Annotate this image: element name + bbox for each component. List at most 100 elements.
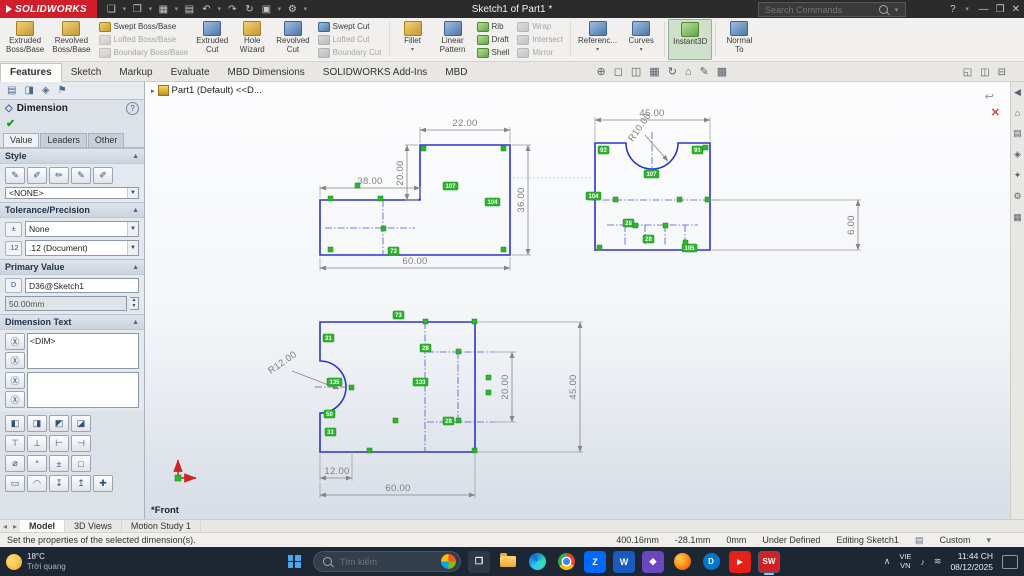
style-load-icon[interactable]: ✐ bbox=[93, 167, 113, 184]
relation-marker[interactable]: 28 bbox=[419, 343, 432, 353]
style-select-caret-icon[interactable]: ▼ bbox=[127, 188, 138, 198]
sketch-origin[interactable] bbox=[173, 459, 197, 483]
dimension-r12[interactable]: R12.00 bbox=[266, 349, 299, 377]
dimension-value-field[interactable]: 50.00mm bbox=[5, 296, 127, 311]
sketch-tools-icon[interactable]: ✎ bbox=[700, 67, 709, 78]
justify-left-icon[interactable]: ◧ bbox=[5, 415, 25, 432]
dimension-38[interactable]: 38.00 bbox=[357, 176, 382, 187]
primary-value-section-header[interactable]: Primary Value ▲ bbox=[0, 259, 144, 275]
dimension-36[interactable]: 36.00 bbox=[516, 187, 527, 212]
precision-caret-icon[interactable]: ▼ bbox=[127, 241, 138, 255]
dimension-20[interactable]: 20.00 bbox=[395, 160, 406, 185]
diameter-symbol-icon[interactable]: ⌀ bbox=[5, 455, 25, 472]
dimension-text-box[interactable]: <DIM> bbox=[27, 333, 139, 369]
select-caret-icon[interactable]: ▾ bbox=[275, 5, 284, 13]
display-style-icon[interactable]: ⌂ bbox=[685, 67, 692, 78]
draft-button[interactable]: Draft bbox=[476, 34, 510, 46]
view-palette-icon[interactable]: ✦ bbox=[1014, 170, 1022, 181]
word-button[interactable]: W bbox=[613, 550, 635, 573]
design-library-icon[interactable]: ▤ bbox=[1013, 128, 1022, 139]
feature-tree-tab-icon[interactable]: ▤ bbox=[7, 85, 16, 96]
hole-wizard-button[interactable]: Hole Wizard bbox=[232, 19, 272, 60]
help-icon[interactable]: ? bbox=[950, 4, 956, 15]
tolerance-section-header[interactable]: Tolerance/Precision ▲ bbox=[0, 202, 144, 218]
redo-icon[interactable]: ↷ bbox=[224, 1, 241, 17]
restore-icon[interactable]: ❐ bbox=[996, 4, 1005, 15]
collapse-ribbon-icon[interactable]: ⊟ bbox=[998, 67, 1006, 78]
style-section-header[interactable]: Style ▲ bbox=[0, 148, 144, 164]
radius-leader[interactable] bbox=[644, 134, 669, 162]
reference-geometry-button[interactable]: Referenc... ▾ bbox=[574, 19, 621, 60]
tab-sketch[interactable]: Sketch bbox=[62, 64, 111, 81]
relation-marker[interactable]: 91 bbox=[691, 145, 704, 155]
dimension-text-collapse-icon[interactable]: ▲ bbox=[132, 319, 139, 326]
primary-value-collapse-icon[interactable]: ▲ bbox=[132, 264, 139, 271]
weather-widget[interactable]: 18°C Trời quang bbox=[6, 552, 154, 571]
depth-symbol-icon[interactable]: ↧ bbox=[49, 475, 69, 492]
value-spinner[interactable]: ▲ ▼ bbox=[130, 297, 139, 310]
justify-right-icon[interactable]: ◩ bbox=[49, 415, 69, 432]
boundary-boss-button[interactable]: Boundary Boss/Base bbox=[98, 47, 188, 59]
configuration-tab-icon[interactable]: ◈ bbox=[42, 85, 50, 96]
tile-pane-icon[interactable]: ◫ bbox=[980, 67, 989, 78]
dimension-12[interactable]: 12.00 bbox=[324, 466, 349, 477]
add-parenthesis-icon[interactable]: Ⓧ bbox=[5, 352, 25, 369]
sketch-profile-notched-plate[interactable] bbox=[594, 142, 711, 251]
tab-mbd-dimensions[interactable]: MBD Dimensions bbox=[219, 64, 314, 81]
plus-minus-symbol-icon[interactable]: ± bbox=[49, 455, 69, 472]
add-symbol-icon[interactable]: Ⓧ bbox=[5, 333, 25, 350]
spinner-down-icon[interactable]: ▼ bbox=[130, 303, 138, 309]
relation-marker[interactable]: 50 bbox=[323, 409, 336, 419]
sketch-canvas[interactable]: 38.00 22.00 20.00 36.00 60.00 45.00 R10.… bbox=[145, 82, 1010, 519]
dimension-text-section-header[interactable]: Dimension Text ▲ bbox=[0, 314, 144, 330]
text-below-icon[interactable]: Ⓧ bbox=[5, 372, 25, 389]
options-caret-icon[interactable]: ▾ bbox=[301, 5, 310, 13]
options-gear-icon[interactable]: ⚙ bbox=[284, 1, 301, 17]
tab-mbd[interactable]: MBD bbox=[436, 64, 476, 81]
undo-icon[interactable]: ↶ bbox=[198, 1, 215, 17]
rectangle-symbol-icon[interactable]: ▭ bbox=[5, 475, 25, 492]
dimension-name-field[interactable]: D36@Sketch1 bbox=[25, 278, 139, 293]
style-save-icon[interactable]: ✎ bbox=[71, 167, 91, 184]
mirror-button[interactable]: Mirror bbox=[517, 47, 563, 59]
volume-icon[interactable]: ♪ bbox=[920, 557, 925, 567]
section-view-icon[interactable]: ◫ bbox=[631, 67, 641, 78]
command-search-box[interactable]: ▾ bbox=[758, 2, 906, 17]
style-select[interactable]: <NONE> ▼ bbox=[5, 187, 139, 199]
sheet-icon[interactable]: ▤ bbox=[915, 535, 924, 546]
appearances-icon[interactable]: ⚙ bbox=[1013, 191, 1021, 202]
relation-marker[interactable]: 107 bbox=[442, 181, 459, 191]
task-view-button[interactable]: ❐ bbox=[468, 550, 490, 573]
chrome-button[interactable] bbox=[555, 551, 577, 573]
relation-marker[interactable]: 73 bbox=[392, 310, 405, 320]
language-indicator[interactable]: VIE VN bbox=[899, 552, 911, 570]
text-symbol-icon[interactable]: Ⓧ bbox=[5, 391, 25, 408]
intersect-button[interactable]: Intersect bbox=[517, 34, 563, 46]
precision-select[interactable]: .12 (Document) ▼ bbox=[25, 240, 139, 256]
help-caret-icon[interactable]: ▾ bbox=[963, 5, 972, 13]
relation-marker[interactable]: 28 bbox=[442, 416, 455, 426]
save-caret-icon[interactable]: ▾ bbox=[172, 5, 181, 13]
editing-state[interactable]: Editing Sketch1 bbox=[836, 535, 899, 545]
tolerance-type-select[interactable]: None ▼ bbox=[25, 221, 139, 237]
justify-stretch-icon[interactable]: ◪ bbox=[71, 415, 91, 432]
fillet-button[interactable]: Fillet ▾ bbox=[393, 19, 433, 60]
graphics-area[interactable]: ▸ Part1 (Default) <<D... ↩ ✕ 38.00 22.00… bbox=[145, 82, 1010, 519]
align-left-icon[interactable]: ⊢ bbox=[49, 435, 69, 452]
lofted-cut-button[interactable]: Lofted Cut bbox=[317, 34, 382, 46]
custom-properties-icon[interactable]: ▦ bbox=[1013, 212, 1022, 223]
justify-center-icon[interactable]: ◨ bbox=[27, 415, 47, 432]
dimension-6[interactable]: 6.00 bbox=[846, 215, 857, 235]
rib-button[interactable]: Rib bbox=[476, 21, 510, 33]
tab-markup[interactable]: Markup bbox=[110, 64, 161, 81]
exit-sketch-icon[interactable]: ↩ bbox=[985, 90, 994, 103]
extruded-cut-button[interactable]: Extruded Cut bbox=[192, 19, 232, 60]
relation-marker[interactable]: 31 bbox=[324, 427, 337, 437]
purple-app-button[interactable]: ◆ bbox=[642, 550, 664, 573]
zalo-button[interactable]: Z bbox=[584, 550, 606, 573]
tolerance-collapse-icon[interactable]: ▲ bbox=[132, 207, 139, 214]
relation-marker[interactable]: 31 bbox=[322, 333, 335, 343]
relation-marker[interactable]: 28 bbox=[642, 234, 655, 244]
linear-pattern-button[interactable]: Linear Pattern bbox=[433, 19, 473, 60]
tab-solidworks-add-ins[interactable]: SOLIDWORKS Add-Ins bbox=[314, 64, 436, 81]
